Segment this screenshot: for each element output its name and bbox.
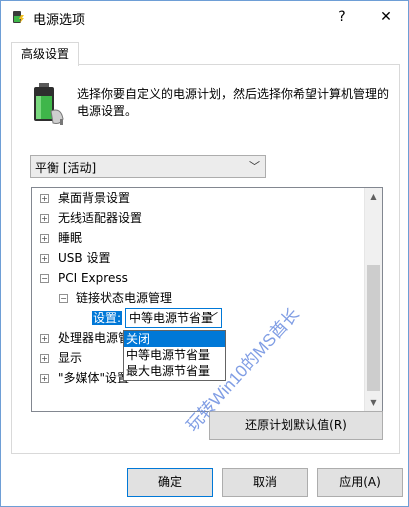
expand-icon[interactable]: + (40, 334, 49, 343)
tree-item-label: 睡眠 (58, 231, 83, 245)
tree-item-pci-express[interactable]: − PCI Express (32, 268, 364, 288)
expand-icon[interactable]: + (40, 254, 49, 263)
expand-icon[interactable]: + (40, 194, 49, 203)
close-button[interactable]: ✕ (373, 5, 399, 29)
power-options-window: 电源选项 ? ✕ 高级设置 选择你要自定义的电源计划，然后选择你希望计算机管理的… (0, 0, 409, 507)
expand-icon[interactable]: + (40, 234, 49, 243)
tree-item-wireless-adapter[interactable]: + 无线适配器设置 (32, 208, 364, 228)
tree-item-link-state-power[interactable]: − 链接状态电源管理 (32, 288, 364, 308)
collapse-icon[interactable]: − (40, 274, 49, 283)
tree-scrollbar[interactable]: ▲ ▼ (364, 188, 382, 411)
collapse-icon[interactable]: − (59, 294, 68, 303)
setting-value: 中等电源节省量 (129, 311, 214, 325)
scroll-down-icon[interactable]: ▼ (365, 394, 382, 411)
tab-advanced-settings[interactable]: 高级设置 (11, 42, 79, 66)
tree-item-sleep[interactable]: + 睡眠 (32, 228, 364, 248)
restore-defaults-button[interactable]: 还原计划默认值(R) (209, 411, 383, 440)
chevron-down-icon: ﹀ (207, 311, 218, 324)
expand-icon[interactable]: + (40, 354, 49, 363)
tree-item-label: 无线适配器设置 (58, 211, 143, 225)
power-options-icon (13, 11, 24, 23)
dropdown-option-off[interactable]: 关闭 (124, 331, 225, 347)
setting-dropdown-list: 关闭 中等电源节省量 最大电源节省量 (123, 330, 226, 381)
power-plan-select[interactable]: 平衡 [活动] ﹀ (30, 155, 266, 178)
tree-item-usb[interactable]: + USB 设置 (32, 248, 364, 268)
tree-item-label: 桌面背景设置 (58, 191, 131, 205)
tree-item-label: USB 设置 (58, 251, 111, 265)
tree-item-label: PCI Express (58, 271, 128, 285)
power-plan-value: 平衡 [活动] (35, 161, 97, 175)
dropdown-option-maximum[interactable]: 最大电源节省量 (124, 363, 225, 379)
battery-icon (34, 83, 64, 125)
chevron-down-icon: ﹀ (249, 160, 260, 173)
dropdown-option-moderate[interactable]: 中等电源节省量 (124, 347, 225, 363)
expand-icon[interactable]: + (40, 374, 49, 383)
tree-item-label: 链接状态电源管理 (76, 291, 173, 305)
title-bar[interactable]: 电源选项 ? ✕ (1, 1, 408, 33)
ok-button[interactable]: 确定 (127, 468, 213, 497)
tree-item-desktop-background[interactable]: + 桌面背景设置 (32, 188, 364, 208)
tree-item-label: "多媒体"设置 (58, 371, 130, 385)
cancel-button[interactable]: 取消 (222, 468, 308, 497)
scrollbar-thumb[interactable] (367, 265, 380, 391)
scroll-up-icon[interactable]: ▲ (365, 188, 382, 205)
expand-icon[interactable]: + (40, 214, 49, 223)
apply-button[interactable]: 应用(A) (317, 468, 403, 497)
intro-text: 选择你要自定义的电源计划，然后选择你希望计算机管理的电源设置。 (77, 87, 390, 118)
tree-item-label: 显示 (58, 351, 83, 365)
help-button[interactable]: ? (329, 5, 355, 29)
setting-value-select[interactable]: 中等电源节省量 ﹀ (125, 308, 222, 328)
window-title: 电源选项 (33, 13, 86, 28)
setting-label: 设置: (92, 311, 123, 325)
